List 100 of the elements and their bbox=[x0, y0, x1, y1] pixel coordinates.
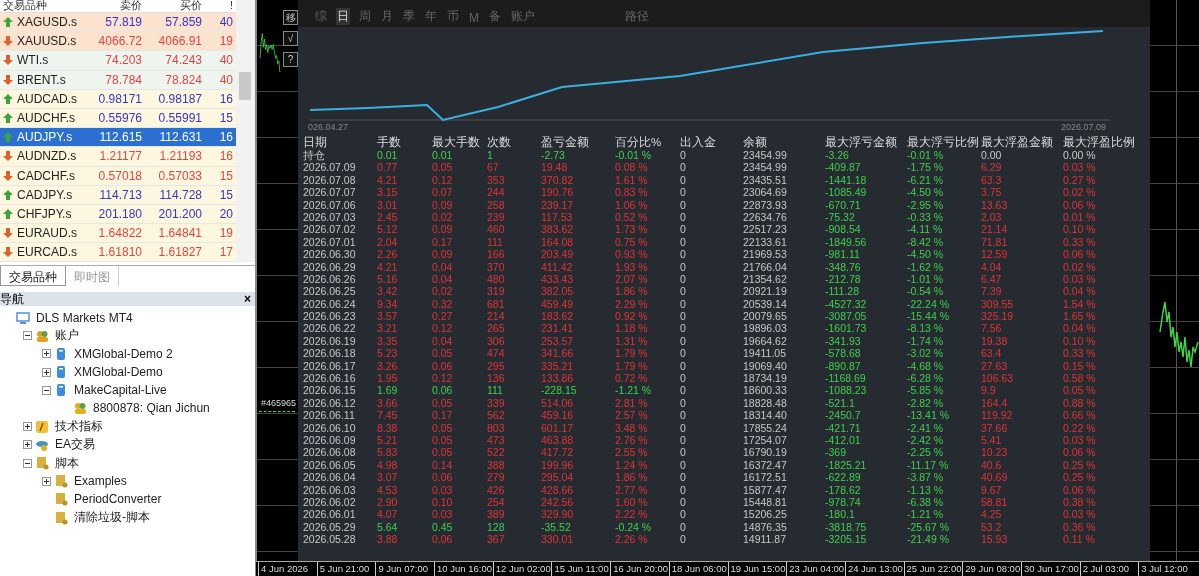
symbol-row[interactable]: AUDCAD.s 0.98171 0.98187 16 bbox=[0, 89, 236, 109]
table-cell-text: 0 bbox=[680, 198, 687, 211]
table-cell-text: 71.81 bbox=[981, 235, 1009, 249]
scrollbar[interactable] bbox=[236, 0, 255, 262]
column-header[interactable]: 买价 bbox=[145, 0, 205, 12]
expand-toggle[interactable] bbox=[23, 331, 32, 341]
tree-item[interactable]: 清除垃圾-脚本 bbox=[74, 509, 150, 527]
table-cell-text: 0.58 % bbox=[1063, 372, 1097, 385]
table-cell-text: 0.00 % bbox=[1063, 149, 1097, 162]
side-button[interactable]: ? bbox=[283, 52, 298, 67]
table-cell-text: 0 bbox=[680, 495, 687, 509]
table-cell-text: 309.55 bbox=[981, 297, 1015, 311]
expand-toggle[interactable] bbox=[42, 349, 51, 359]
symbol-row[interactable]: EURCAD.s 1.61810 1.61827 17 bbox=[0, 243, 236, 263]
tree-item[interactable]: 脚本 bbox=[55, 454, 79, 472]
symbol-row[interactable]: XAUUSD.s 4066.72 4066.91 19 bbox=[0, 32, 236, 52]
spread-value: 16 bbox=[218, 91, 234, 106]
symbol-row[interactable]: CADJPY.s 114.713 114.728 15 bbox=[0, 185, 236, 205]
side-button[interactable]: √ bbox=[283, 31, 298, 46]
table-cell-text: 0.01 bbox=[432, 149, 454, 162]
table-cell-text: 463.88 bbox=[541, 434, 575, 447]
table-cell-text: -6.38 % bbox=[907, 495, 945, 509]
table-cell-text: -409.87 bbox=[825, 161, 862, 174]
table-cell-text: 0.77 bbox=[377, 161, 399, 174]
expand-toggle[interactable] bbox=[42, 476, 51, 486]
symbol-row[interactable]: XAGUSD.s 57.819 57.859 40 bbox=[0, 13, 236, 33]
tree-item[interactable]: EA交易 bbox=[55, 436, 95, 454]
table-cell-text: 0.07 bbox=[432, 186, 454, 199]
table-cell-text: 2.03 bbox=[981, 210, 1003, 224]
table-cell-text: -6.21 % bbox=[907, 173, 945, 187]
table-cell-text: 0.05 bbox=[432, 446, 454, 459]
table-cell-text: 459.49 bbox=[541, 297, 575, 311]
table-cell-text: 2026.06.30 bbox=[303, 248, 357, 261]
table-cell-text: 3.88 bbox=[377, 533, 399, 546]
table-cell-text: 460 bbox=[487, 223, 506, 236]
tree-item[interactable]: XMGlobal-Demo 2 bbox=[74, 346, 173, 361]
table-cell-text: -8.13 % bbox=[907, 322, 945, 335]
time-label: 12 Jun 02:00 bbox=[492, 562, 552, 576]
table-cell-text: 0.09 bbox=[432, 198, 454, 211]
table-cell-text: 1.65 % bbox=[1063, 310, 1097, 323]
ask-price: 201.200 bbox=[157, 206, 203, 221]
table-cell-text: 23435.51 bbox=[743, 173, 788, 187]
expand-toggle[interactable] bbox=[23, 440, 32, 450]
table-cell-text: 5.83 bbox=[377, 446, 399, 459]
expand-toggle[interactable] bbox=[23, 422, 32, 432]
tree-item[interactable]: DLS Markets MT4 bbox=[36, 310, 133, 325]
table-cell-text: 2.26 % bbox=[615, 533, 649, 546]
tree-item[interactable]: Examples bbox=[74, 474, 127, 489]
table-cell-text: 0.14 bbox=[432, 458, 454, 472]
tree-item[interactable]: PeriodConverter bbox=[74, 492, 162, 507]
table-cell-text: 0.32 bbox=[432, 297, 454, 311]
symbol-row[interactable]: CADCHF.s 0.57018 0.57033 15 bbox=[0, 166, 236, 186]
expand-toggle[interactable] bbox=[23, 458, 32, 468]
table-cell-text: 3.21 bbox=[377, 322, 399, 335]
column-header: 手数 bbox=[377, 136, 402, 149]
column-header[interactable]: ! bbox=[205, 0, 236, 12]
table-cell-text: 417.72 bbox=[541, 446, 575, 459]
expand-toggle[interactable] bbox=[42, 385, 51, 395]
symbol-row[interactable]: EURAUD.s 1.64822 1.64841 19 bbox=[0, 224, 236, 244]
symbol-row[interactable]: WTI.s 74.203 74.243 40 bbox=[0, 51, 236, 71]
tree-item[interactable]: XMGlobal-Demo bbox=[74, 365, 163, 380]
time-label: 18 Jun 06:00 bbox=[668, 562, 728, 576]
close-button[interactable]: × bbox=[244, 292, 251, 307]
table-cell-text: 1.60 % bbox=[615, 495, 649, 509]
table-cell-text: 0.01 % bbox=[1063, 210, 1097, 224]
panel-tab[interactable]: 交易品种 bbox=[0, 266, 66, 287]
period-tab[interactable]: 日 bbox=[336, 8, 350, 25]
tree-item[interactable]: 账户 bbox=[55, 327, 79, 345]
tree-item[interactable]: 技术指标 bbox=[55, 418, 103, 436]
symbol-row[interactable]: BRENT.s 78.784 78.824 40 bbox=[0, 70, 236, 90]
column-header[interactable]: 交易品种 bbox=[0, 0, 87, 12]
table-cell-text: 2026.07.02 bbox=[303, 223, 357, 236]
table-cell-text: -11.17 % bbox=[907, 458, 950, 472]
table-cell-text: -178.62 bbox=[825, 483, 862, 496]
symbol-row[interactable]: AUDNZD.s 1.21177 1.21193 16 bbox=[0, 147, 236, 167]
table-cell-text: 136 bbox=[487, 372, 506, 385]
column-header[interactable]: 卖价 bbox=[87, 0, 145, 12]
symbol-row[interactable]: CHFJPY.s 201.180 201.200 20 bbox=[0, 204, 236, 225]
tree-item[interactable]: 8800878: Qian Jichun bbox=[93, 401, 210, 416]
table-cell-text: 0 bbox=[680, 322, 687, 335]
symbol-row[interactable]: AUDJPY.s 112.615 112.631 16 bbox=[0, 128, 236, 148]
side-button[interactable]: 移 bbox=[283, 10, 298, 25]
table-cell-text: 9.9 bbox=[981, 384, 997, 397]
expand-toggle[interactable] bbox=[42, 367, 51, 377]
table-cell-text: 0.88 % bbox=[1063, 396, 1097, 410]
tree-item[interactable]: MakeCapital-Live bbox=[74, 383, 167, 398]
table-cell-text: -0.33 % bbox=[907, 210, 945, 224]
table-cell-text: 0.45 bbox=[432, 520, 454, 534]
column-header: 日期 bbox=[303, 136, 328, 149]
table-cell-text: -25.67 % bbox=[907, 520, 951, 534]
column-header: 最大浮亏比例 bbox=[907, 136, 980, 149]
table-cell-text: 601.17 bbox=[541, 421, 575, 434]
table-cell-text: 20921.19 bbox=[743, 285, 788, 298]
table-cell-text: -978.74 bbox=[825, 495, 862, 509]
symbol-name: BRENT.s bbox=[17, 72, 66, 87]
symbol-row[interactable]: AUDCHF.s 0.55976 0.55991 15 bbox=[0, 108, 236, 129]
table-cell-text: 37.66 bbox=[981, 421, 1009, 434]
table-cell-text: -1.75 % bbox=[907, 161, 945, 174]
table-cell-text: 0.05 bbox=[432, 347, 454, 360]
table-cell-text: 473 bbox=[487, 434, 506, 447]
